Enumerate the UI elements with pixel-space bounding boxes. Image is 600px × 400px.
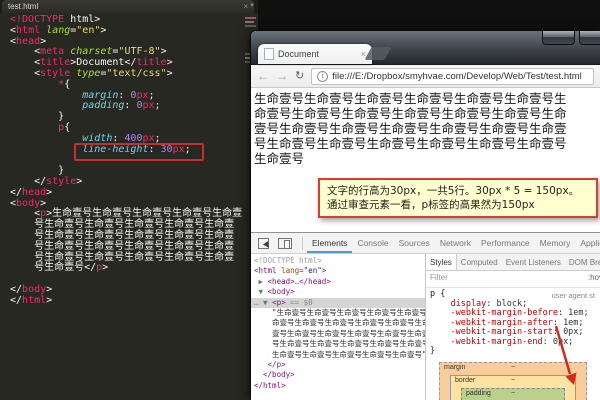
inspect-element-icon[interactable] <box>258 237 269 249</box>
browser-tab-document[interactable]: Document × <box>258 44 372 64</box>
screenshot: test.html × ▼ <!DOCTYPE html> <html lang=… <box>0 0 600 400</box>
devtools-tab-network[interactable]: Network <box>435 233 476 253</box>
window-titlebar[interactable]: Document × <box>251 31 600 65</box>
styles-tab-event-listeners[interactable]: Event Listeners <box>502 254 565 270</box>
hov-toggle[interactable]: :hov <box>588 273 600 282</box>
dom-node: "生命壹号生命壹号生命壹号生命壹号生命壹号生 <box>254 308 426 318</box>
padding-top-value[interactable]: − <box>511 390 515 397</box>
info-icon[interactable]: i <box>317 70 329 82</box>
dom-node: <html lang="en"> <box>254 266 327 276</box>
devtools-tab-elements[interactable]: Elements <box>307 233 352 253</box>
red-arrow <box>554 325 577 385</box>
devtools-tabs: Elements Console Sources Network Performance… <box>307 233 600 253</box>
devtools-tab-application[interactable]: Application <box>575 233 600 253</box>
address-bar[interactable]: i file:///E:/Dropbox/smyhvae.com/Develop… <box>311 67 594 85</box>
styles-subtabs: StylesComputedEvent ListenersDOM Breakpo… <box>426 254 600 271</box>
padding-label: padding <box>466 389 491 397</box>
dom-node: 生命壹号生命壹号生命壹号生命壹号生命壹号" <box>254 349 426 359</box>
devtools-tab-performance[interactable]: Performance <box>476 233 535 253</box>
page-favicon-icon <box>264 48 274 60</box>
dom-node: </body> <box>254 370 295 380</box>
devtools-toolbar: Elements Console Sources Network Performance… <box>251 233 600 254</box>
code-line: 号生命壹号</p> <box>10 262 109 274</box>
minimap-mark <box>245 17 256 19</box>
dom-node: 壹号生命壹号生命壹号生命壹号生命壹号生命壹 <box>254 328 426 338</box>
dom-node: ▶ <head>…</head> <box>254 276 331 286</box>
dom-node: <!DOCTYPE html> <box>254 256 322 265</box>
dom-node: </p> <box>254 360 286 370</box>
sublime-editor-window: test.html × ▼ <!DOCTYPE html> <html lang=… <box>0 0 258 400</box>
editor-tabbar: test.html × ▼ <box>0 0 258 13</box>
border-label: border <box>455 376 476 384</box>
margin-top-value[interactable]: − <box>511 364 515 371</box>
devtools-tab-console[interactable]: Console <box>352 233 393 253</box>
dom-node: ▼ <body> <box>254 287 295 297</box>
styles-tab-computed[interactable]: Computed <box>457 254 502 270</box>
border-top-value[interactable]: − <box>511 377 515 384</box>
dom-node: </html> <box>254 380 286 390</box>
annotation-line1: 文字的行高为30px，一共5行。30px * 5 = 150px。 <box>327 185 580 197</box>
editor-tab-testhtml[interactable]: test.html × <box>2 0 254 13</box>
close-icon[interactable]: × <box>243 2 248 11</box>
device-toolbar-icon[interactable] <box>278 237 292 249</box>
minimap-mark <box>245 21 254 23</box>
dom-node: 命壹号生命壹号生命壹号生命壹号生命壹号生命 <box>254 318 426 328</box>
styles-filter-row: Filter :hov <box>426 271 600 288</box>
annotation-line2: 通过审查元素一看，p标签的高果然为150px <box>327 199 535 211</box>
url-text: file:///E:/Dropbox/smyhvae.com/Develop/W… <box>332 70 582 82</box>
devtools-tab-sources[interactable]: Sources <box>394 233 435 253</box>
elements-tree[interactable]: <!DOCTYPE html> <html lang="en"> ▶ <head>… <box>251 254 426 400</box>
code-line: </html> <box>10 294 53 306</box>
maximize-button[interactable] <box>579 31 600 45</box>
line-height-highlight-box <box>74 143 204 161</box>
browser-tab-title: Document <box>278 49 320 59</box>
dom-node: … ▼ <p> == $0 <box>251 297 425 309</box>
margin-label: margin <box>444 363 466 371</box>
chevron-down-icon[interactable]: ▼ <box>249 3 255 9</box>
dom-node: 号生命壹号生命壹号生命壹号生命壹号生命壹号 <box>254 339 426 349</box>
reload-button[interactable]: ↻ <box>295 70 304 82</box>
forward-button[interactable]: → <box>276 70 288 82</box>
filter-input[interactable]: Filter <box>430 273 448 282</box>
minimize-button[interactable] <box>542 31 575 45</box>
annotation-note: 文字的行高为30px，一共5行。30px * 5 = 150px。 通过审查元素… <box>318 178 598 218</box>
back-button[interactable]: ← <box>257 70 269 82</box>
editor-tab-title: test.html <box>8 2 39 11</box>
divider <box>302 236 303 250</box>
minimap-mark <box>245 25 256 27</box>
window-controls <box>542 31 600 45</box>
browser-toolbar: ← → ↻ i file:///E:/Dropbox/smyhvae.com/D… <box>251 65 600 88</box>
styles-tab-styles[interactable]: Styles <box>426 254 457 270</box>
paragraph-text: 生命壹号生命壹号生命壹号生命壹号生命壹号生命壹号生 命壹号生命壹号生命壹号生命壹… <box>254 91 567 166</box>
devtools-tab-memory[interactable]: Memory <box>535 233 576 253</box>
styles-tab-dom-breakpoints[interactable]: DOM Breakpoints <box>565 254 600 270</box>
